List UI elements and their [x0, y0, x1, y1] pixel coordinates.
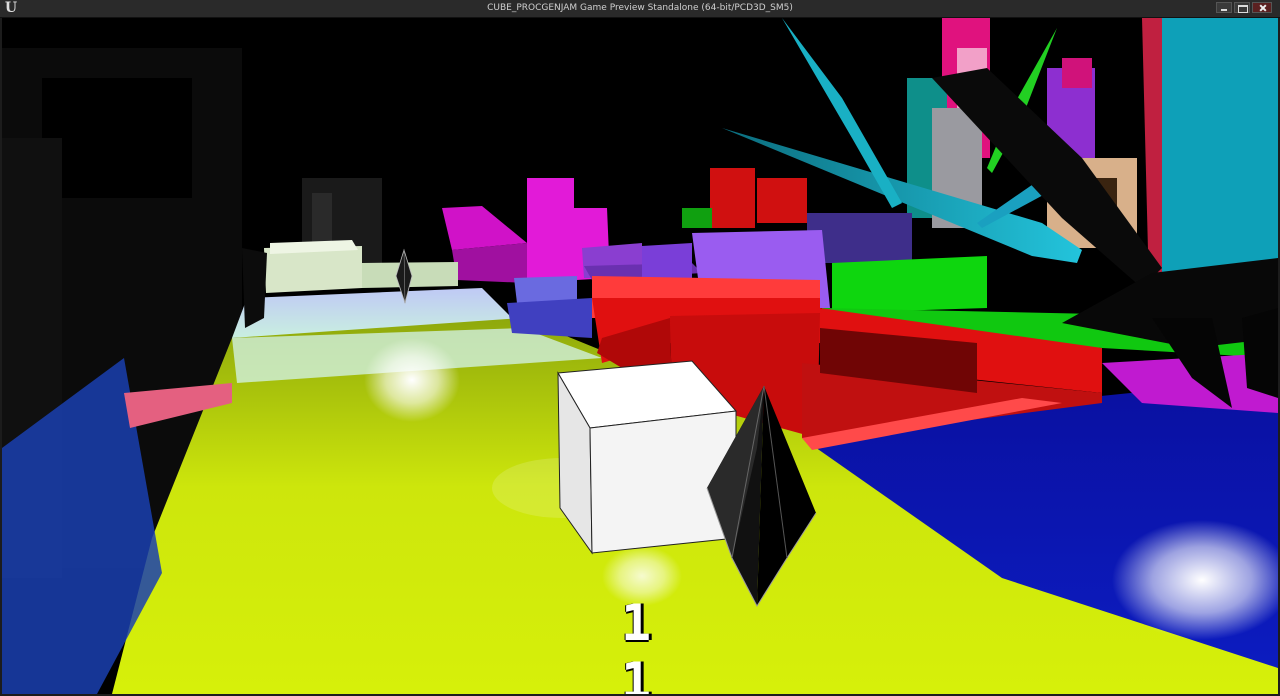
- window-titlebar[interactable]: U CUBE_PROCGENJAM Game Preview Standalon…: [0, 0, 1280, 18]
- distant-blocks: [682, 18, 1137, 263]
- left-pillar: [242, 248, 267, 328]
- game-scene: [2, 18, 1278, 694]
- maximize-button[interactable]: [1234, 2, 1250, 13]
- window-title: CUBE_PROCGENJAM Game Preview Standalone …: [487, 3, 793, 13]
- close-button[interactable]: [1252, 2, 1272, 13]
- minimize-button[interactable]: [1216, 2, 1232, 13]
- player-cube: [557, 360, 738, 555]
- score-counter: 1 1: [620, 594, 660, 694]
- game-viewport[interactable]: 1 1: [2, 18, 1278, 694]
- purple-small-blocks: [507, 276, 592, 338]
